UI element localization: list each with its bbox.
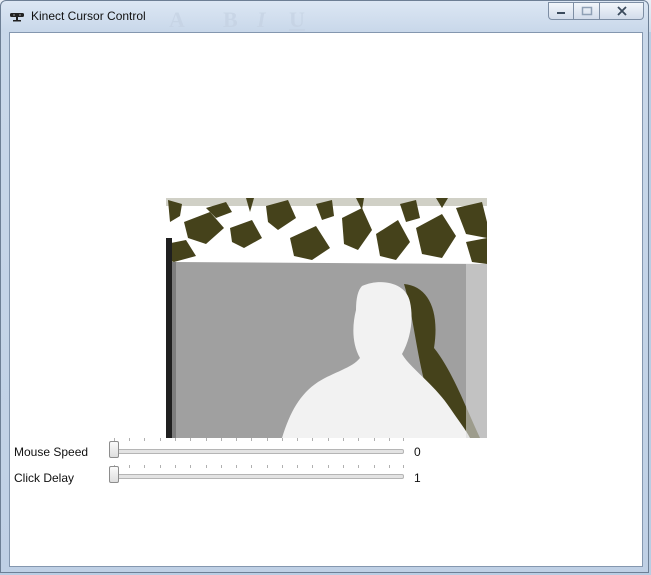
maximize-icon <box>581 6 592 16</box>
mouse-speed-thumb[interactable] <box>109 441 119 458</box>
kinect-sensor-icon <box>10 13 24 22</box>
click-delay-label: Click Delay <box>14 471 75 485</box>
window-title: Kinect Cursor Control <box>31 9 146 23</box>
close-button[interactable] <box>600 2 644 20</box>
click-delay-track[interactable] <box>114 474 404 479</box>
bg-bold-icon: B <box>223 7 238 32</box>
mouse-speed-label: Mouse Speed <box>14 445 89 459</box>
bg-underline-icon: U <box>289 7 305 32</box>
mouse-speed-slider[interactable] <box>108 438 406 462</box>
click-delay-slider[interactable] <box>108 463 406 487</box>
title-bar[interactable]: Kinect Cursor Control A B I U <box>1 1 650 32</box>
click-delay-ticks <box>114 465 404 469</box>
mouse-speed-track[interactable] <box>114 449 404 454</box>
minimize-button[interactable] <box>548 2 574 20</box>
kinect-depth-view <box>166 198 487 438</box>
client-area: Mouse Speed 0 Click Delay 1 <box>9 32 643 567</box>
close-icon <box>616 6 627 16</box>
app-window: Kinect Cursor Control A B I U Mouse Spee… <box>0 0 649 573</box>
mouse-speed-ticks <box>114 438 404 442</box>
bg-italic-icon: I <box>257 7 266 32</box>
caption-buttons <box>548 2 644 22</box>
click-delay-value: 1 <box>414 471 421 485</box>
mouse-speed-value: 0 <box>414 445 421 459</box>
bg-font-color-icon: A <box>169 7 185 32</box>
minimize-icon <box>557 12 565 14</box>
maximize-button[interactable] <box>574 2 600 20</box>
click-delay-thumb[interactable] <box>109 466 119 483</box>
